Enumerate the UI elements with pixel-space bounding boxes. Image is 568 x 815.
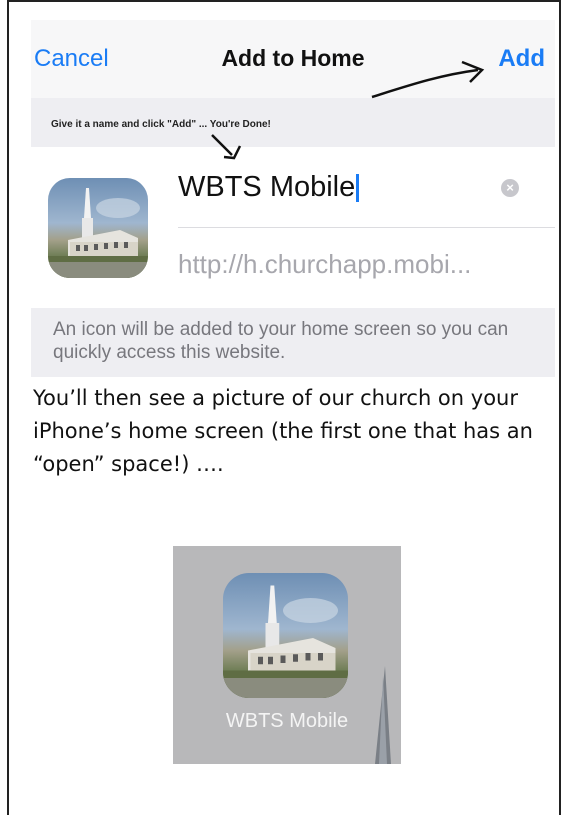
info-text: An icon will be added to your home scree… — [53, 319, 509, 363]
dialog-title: Add to Home — [221, 45, 365, 71]
church-photo-icon — [48, 188, 148, 278]
home-app-label: WBTS Mobile — [225, 710, 349, 732]
hint-annotation: Give it a name and click "Add" ... You'r… — [51, 119, 271, 130]
church-photo-icon — [223, 585, 348, 698]
home-screen-thumbnail: WBTS Mobile — [173, 546, 401, 764]
add-to-home-dialog-screenshot: Cancel Add to Home Add Give it a name an… — [31, 20, 555, 377]
name-field-value: WBTS Mobile — [178, 171, 356, 203]
add-button[interactable]: Add — [498, 45, 545, 73]
home-app-icon[interactable] — [223, 573, 348, 698]
app-icon — [48, 178, 148, 278]
instruction-paragraph: You’ll then see a picture of our church … — [33, 386, 533, 476]
clear-icon[interactable]: × — [501, 179, 519, 197]
text-caret — [356, 174, 360, 203]
field-divider — [178, 227, 555, 228]
url-field: http://h.churchapp.mobi... — [178, 249, 472, 279]
name-field[interactable]: WBTS Mobile — [178, 165, 518, 209]
